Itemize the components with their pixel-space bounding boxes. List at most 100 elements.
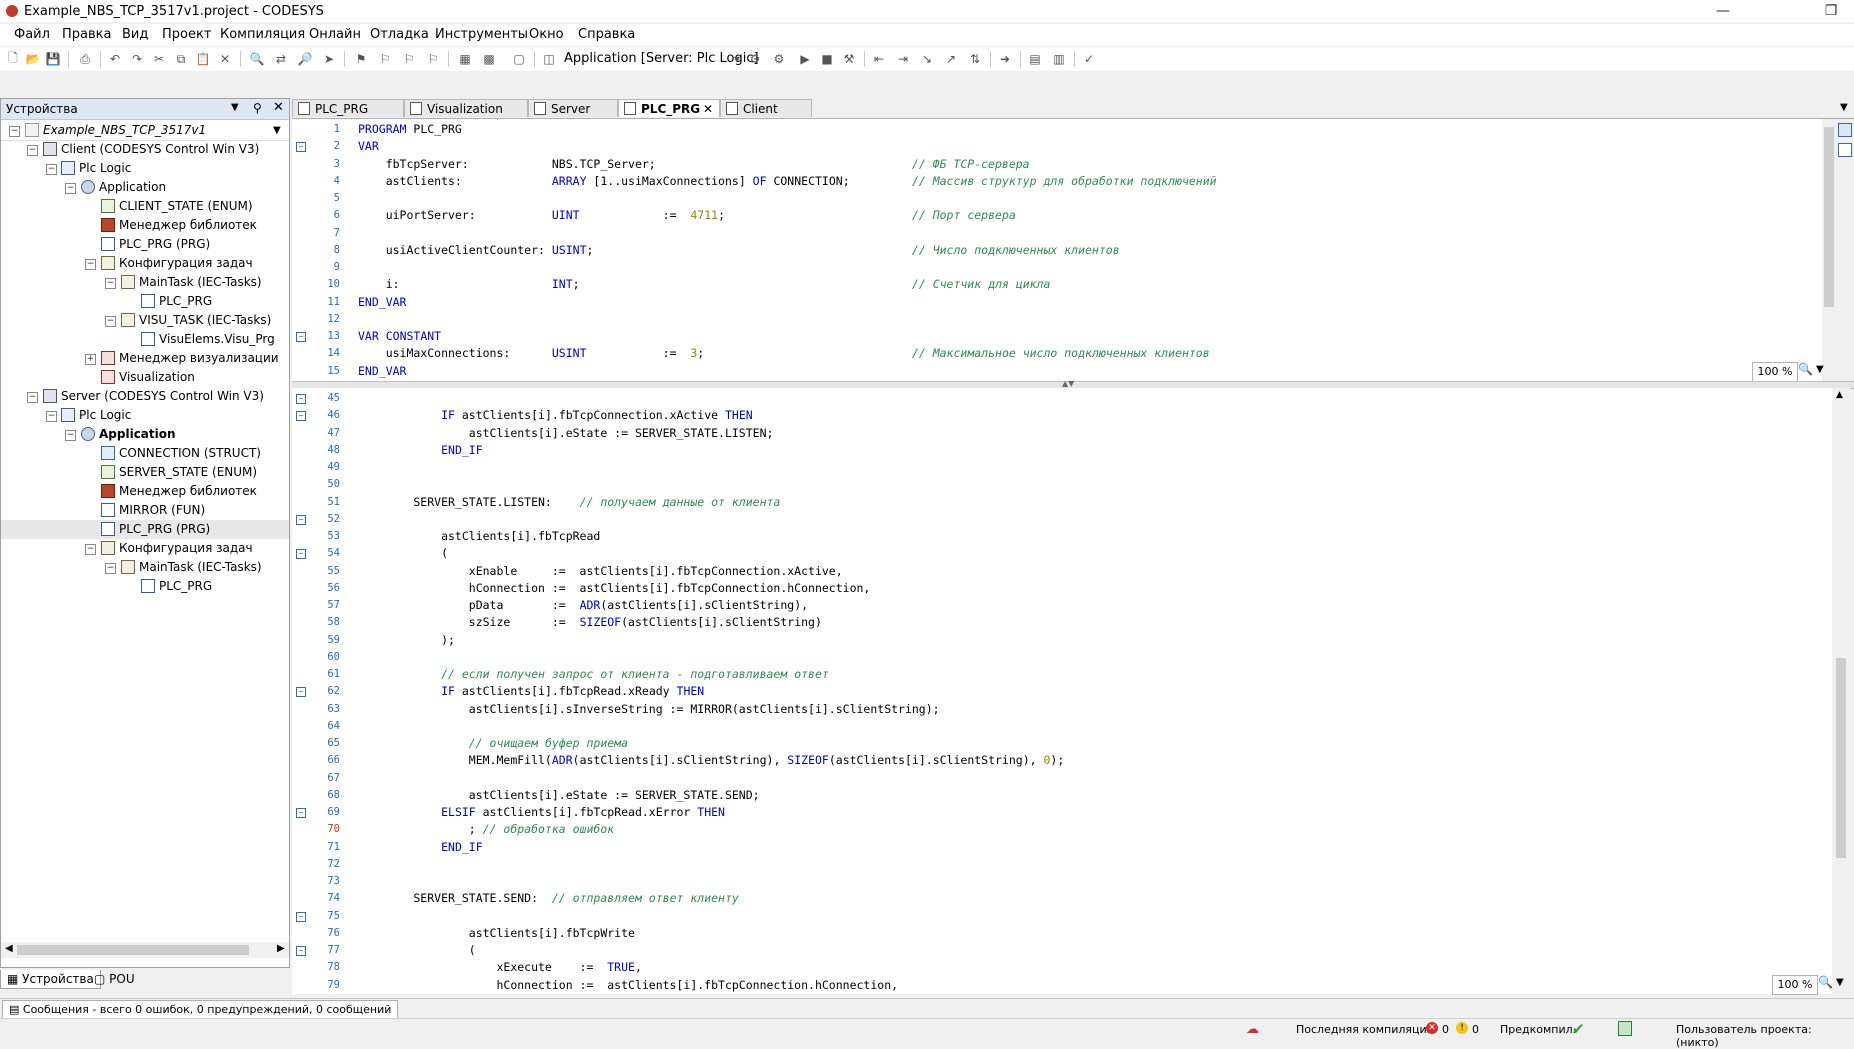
redo-icon[interactable]: ↷ xyxy=(128,50,146,68)
code-line[interactable]: 74 SERVER_STATE.SEND: // отправляем отве… xyxy=(292,890,1832,907)
code-line[interactable]: 68 astClients[i].eState := SERVER_STATE.… xyxy=(292,787,1832,804)
scroll-thumb[interactable] xyxy=(1836,658,1846,858)
fold-toggle-icon[interactable]: − xyxy=(296,515,306,525)
code-line[interactable]: 59 ); xyxy=(292,632,1832,649)
menu-build[interactable]: Компиляция xyxy=(220,27,305,42)
scroll-down-icon[interactable]: ▼ xyxy=(1836,977,1844,988)
scroll-right-icon[interactable]: ▶ xyxy=(277,943,285,954)
find-in-project-icon[interactable]: 🔎 xyxy=(296,50,314,68)
scroll-thumb[interactable] xyxy=(17,945,249,955)
code-line[interactable]: 67 xyxy=(292,770,1832,787)
scroll-thumb[interactable] xyxy=(1824,127,1834,307)
code-line[interactable]: 7 xyxy=(292,225,1822,242)
tab-pou[interactable]: ▢ POU xyxy=(88,970,141,988)
step-out-icon[interactable]: ↗ xyxy=(942,50,960,68)
declaration-vertical-scrollbar[interactable] xyxy=(1822,119,1836,381)
menu-project[interactable]: Проект xyxy=(162,27,211,42)
code-line[interactable]: 6 uiPortServer: UINT := 4711; // Порт се… xyxy=(292,207,1822,224)
code-line[interactable]: 56 hConnection := astClients[i].fbTcpCon… xyxy=(292,580,1832,597)
new-file-icon[interactable]: 🗋 xyxy=(4,50,22,68)
code-line[interactable]: 65 // очищаем буфер приема xyxy=(292,735,1832,752)
run-to-cursor-icon[interactable]: ⇅ xyxy=(966,50,984,68)
code-line[interactable]: 2−VAR xyxy=(292,138,1822,155)
zoom-icon[interactable]: 🔍 xyxy=(1798,362,1814,380)
code-line[interactable]: 1PROGRAM PLC_PRG xyxy=(292,121,1822,138)
menu-tools[interactable]: Инструменты xyxy=(435,27,528,42)
code-line[interactable]: 52− xyxy=(292,511,1832,528)
code-line[interactable]: 60 xyxy=(292,649,1832,666)
app-dropdown-chevron-icon[interactable]: ▾ xyxy=(728,50,746,68)
code-line[interactable]: 5 xyxy=(292,190,1822,207)
delete-icon[interactable]: ✕ xyxy=(216,50,234,68)
replace-icon[interactable]: ⇄ xyxy=(272,50,290,68)
step-into-icon[interactable]: ↘ xyxy=(918,50,936,68)
menu-view[interactable]: Вид xyxy=(122,27,148,42)
code-line[interactable]: 46− IF astClients[i].fbTcpConnection.xAc… xyxy=(292,407,1832,424)
cloud-connection-icon[interactable]: ☁ xyxy=(1246,1022,1259,1037)
options-icon[interactable]: ✓ xyxy=(1080,50,1098,68)
fold-toggle-icon[interactable]: − xyxy=(296,912,306,922)
scroll-up-icon[interactable]: ▲ xyxy=(1836,390,1843,400)
code-line[interactable]: 8 usiActiveClientCounter: USINT; // Числ… xyxy=(292,242,1822,259)
tab-server[interactable]: Server xyxy=(528,99,618,117)
project-user-icon[interactable] xyxy=(1618,1021,1632,1036)
code-line[interactable]: 75− xyxy=(292,908,1832,925)
scroll-down-icon[interactable]: ▼ xyxy=(1816,364,1824,375)
minimize-button[interactable]: — xyxy=(1700,0,1746,22)
splitter-up-icon[interactable]: ▲▼ xyxy=(1062,379,1074,388)
find-icon[interactable]: 🔍 xyxy=(248,50,266,68)
fold-toggle-icon[interactable]: − xyxy=(296,687,306,697)
write-values-icon[interactable]: ➜ xyxy=(996,50,1014,68)
stop-icon[interactable]: ■ xyxy=(818,50,836,68)
tab-visualization[interactable]: Visualization xyxy=(404,99,528,117)
close-panel-icon[interactable]: ✕ xyxy=(273,100,284,115)
tab-plc-prg-server[interactable]: PLC_PRG✕ xyxy=(618,99,720,117)
generate-code-icon[interactable]: ▢ xyxy=(510,50,528,68)
tabular-view-icon[interactable] xyxy=(1838,143,1852,157)
force-values-icon[interactable]: ▤ xyxy=(1026,50,1044,68)
undo-icon[interactable]: ↶ xyxy=(106,50,124,68)
tree-item-project[interactable]: − Example_NBS_TCP_3517v1 ▼ xyxy=(1,121,289,141)
code-line[interactable]: 15END_VAR xyxy=(292,363,1822,380)
reset-icon[interactable]: ⚒ xyxy=(840,50,858,68)
tab-plc-prg-client[interactable]: PLC_PRG xyxy=(292,99,404,117)
clear-bookmarks-icon[interactable]: ⚐ xyxy=(424,50,442,68)
code-line[interactable]: 4 astClients: ARRAY [1..usiMaxConnection… xyxy=(292,173,1822,190)
code-line[interactable]: 73 xyxy=(292,873,1832,890)
code-line[interactable]: 66 MEM.MemFill(ADR(astClients[i].sClient… xyxy=(292,752,1832,769)
code-line[interactable]: 9 xyxy=(292,259,1822,276)
copy-icon[interactable]: ⧉ xyxy=(172,50,190,68)
zoom-icon[interactable]: 🔍 xyxy=(1818,975,1834,993)
menu-online[interactable]: Онлайн xyxy=(309,27,361,42)
code-line[interactable]: 3 fbTcpServer: NBS.TCP_Server; // ФБ TCP… xyxy=(292,156,1822,173)
panel-menu-chevron-icon[interactable]: ▼ xyxy=(231,102,239,113)
pin-icon[interactable]: ⚲ xyxy=(253,101,262,115)
code-line[interactable]: 13−VAR CONSTANT xyxy=(292,328,1822,345)
open-folder-icon[interactable]: 📂 xyxy=(24,50,42,68)
code-line[interactable]: 58 szSize := SIZEOF(astClients[i].sClien… xyxy=(292,614,1832,631)
step-over-icon[interactable]: ⇥ xyxy=(894,50,912,68)
fold-toggle-icon[interactable]: − xyxy=(296,394,306,404)
top-zoom-field[interactable]: 100 % xyxy=(1752,362,1798,382)
code-line[interactable]: 62− IF astClients[i].fbTcpRead.xReady TH… xyxy=(292,683,1832,700)
bottom-zoom-field[interactable]: 100 % xyxy=(1772,975,1818,995)
tabs-dropdown-chevron-icon[interactable]: ▼ xyxy=(1840,102,1848,113)
tree-dropdown-chevron-icon[interactable]: ▼ xyxy=(273,121,281,140)
save-icon[interactable]: 💾 xyxy=(44,50,62,68)
code-line[interactable]: 55 xEnable := astClients[i].fbTcpConnect… xyxy=(292,563,1832,580)
code-line[interactable]: 51 SERVER_STATE.LISTEN: // получаем данн… xyxy=(292,494,1832,511)
fold-toggle-icon[interactable]: − xyxy=(296,142,306,152)
code-line[interactable]: 64 xyxy=(292,718,1832,735)
textual-view-icon[interactable] xyxy=(1838,123,1852,137)
code-line[interactable]: 48 END_IF xyxy=(292,442,1832,459)
code-line[interactable]: 72 xyxy=(292,856,1832,873)
toggle-breakpoint-icon[interactable]: ⇤ xyxy=(870,50,888,68)
code-line[interactable]: 47 astClients[i].eState := SERVER_STATE.… xyxy=(292,425,1832,442)
messages-tab[interactable]: ▤ Сообщения - всего 0 ошибок, 0 предупре… xyxy=(2,1000,398,1019)
fold-toggle-icon[interactable]: − xyxy=(296,808,306,818)
code-line[interactable]: 53 astClients[i].fbTcpRead xyxy=(292,528,1832,545)
scroll-left-icon[interactable]: ◀ xyxy=(5,943,13,954)
implementation-editor[interactable]: 45−46− IF astClients[i].fbTcpConnection.… xyxy=(292,388,1832,994)
code-line[interactable]: 10 i: INT; // Счетчик для цикла xyxy=(292,276,1822,293)
implementation-vertical-scrollbar[interactable]: ▲ xyxy=(1832,388,1850,968)
